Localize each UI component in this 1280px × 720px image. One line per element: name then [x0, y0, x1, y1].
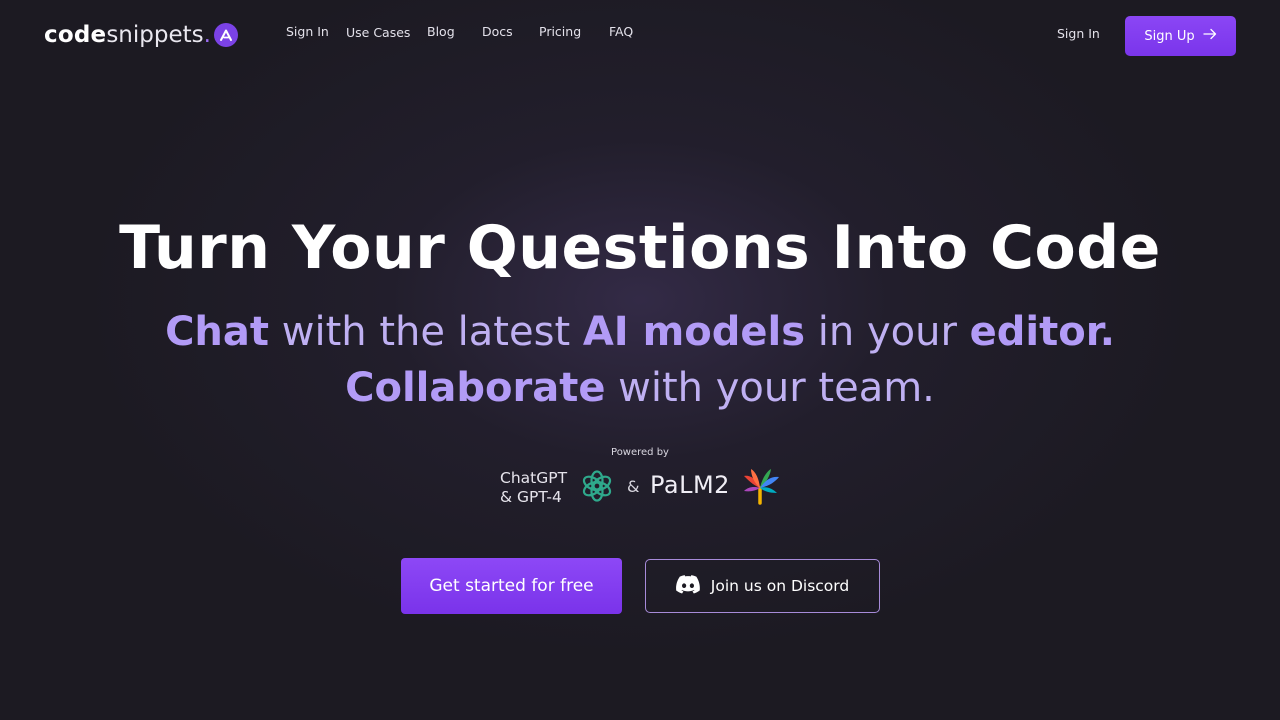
palm2-label: PaLM2	[650, 471, 730, 499]
hero-highlight-chat: Chat	[165, 309, 270, 355]
openai-logo-icon	[579, 468, 615, 504]
chatgpt-line-2: & GPT-4	[500, 488, 562, 506]
logo-dot: .	[203, 22, 211, 48]
chatgpt-line-1: ChatGPT	[500, 469, 568, 487]
hero-text-in-your: in your	[805, 309, 970, 355]
codesnippets-logo[interactable]: code snippets.	[44, 18, 238, 52]
hero-subtitle-line-2: Collaborate with your team.	[0, 360, 1280, 416]
nav-item-pricing[interactable]: Pricing	[539, 24, 581, 39]
hero-subtitle-line-1: Chat with the latest AI models in your e…	[0, 304, 1280, 360]
models-ampersand: &	[627, 477, 640, 496]
nav-item-use-cases[interactable]: Use Cases	[346, 25, 410, 40]
nav-item-faq[interactable]: FAQ	[609, 24, 633, 39]
header-sign-in-link[interactable]: Sign In	[1057, 26, 1100, 41]
hero-subtitle: Chat with the latest AI models in your e…	[0, 304, 1280, 416]
join-discord-label: Join us on Discord	[710, 577, 850, 595]
nav-item-blog[interactable]: Blog	[427, 24, 455, 39]
logo-mark-icon	[213, 23, 238, 47]
hero-title: Turn Your Questions Into Code	[119, 213, 1161, 283]
hero-highlight-ai-models: AI models	[582, 309, 806, 355]
hero-text-with-latest: with the latest	[269, 309, 583, 355]
powered-by-label: Powered by	[611, 447, 669, 458]
palm-logo-icon	[741, 467, 781, 507]
get-started-button[interactable]: Get started for free	[401, 558, 622, 614]
site-header: code snippets. Sign In Use Cases Blog Doc…	[0, 0, 1280, 70]
hero-highlight-editor: editor.	[969, 309, 1115, 355]
hero-text-with-team: with your team.	[605, 365, 935, 411]
hero-highlight-collaborate: Collaborate	[345, 365, 606, 411]
chatgpt-label: ChatGPT & GPT-4	[500, 469, 567, 507]
logo-text-snippets: snippets	[106, 22, 204, 48]
sign-up-button[interactable]: Sign Up	[1125, 16, 1236, 56]
join-discord-button[interactable]: Join us on Discord	[645, 559, 880, 613]
discord-icon	[675, 574, 700, 598]
sign-up-label: Sign Up	[1144, 28, 1195, 44]
landing-page: code snippets. Sign In Use Cases Blog Doc…	[0, 0, 1280, 720]
nav-item-sign-in[interactable]: Sign In	[286, 24, 329, 39]
arrow-right-icon	[1202, 28, 1217, 44]
nav-item-docs[interactable]: Docs	[482, 24, 513, 39]
powered-by-models: ChatGPT & GPT-4 & PaLM2	[500, 466, 790, 508]
logo-text-code: code	[44, 22, 107, 48]
